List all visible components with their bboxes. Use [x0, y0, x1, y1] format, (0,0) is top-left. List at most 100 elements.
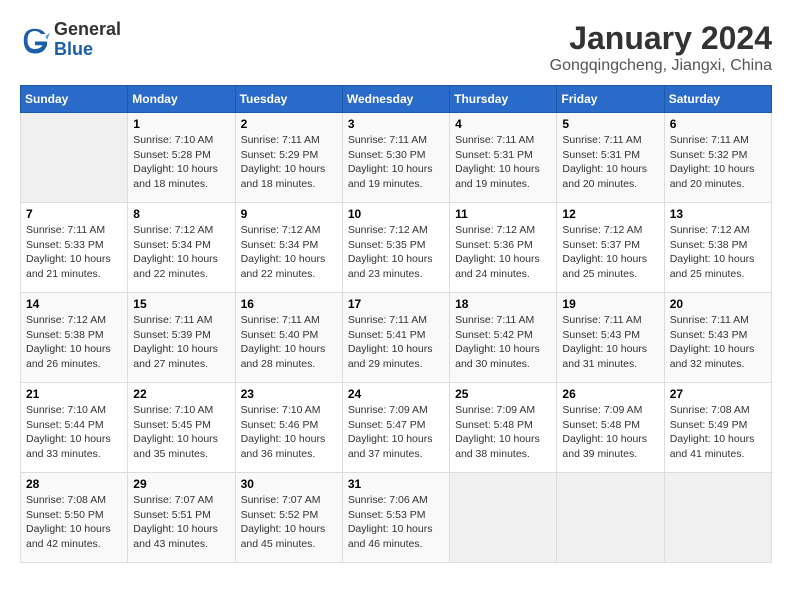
day-info: Sunrise: 7:11 AMSunset: 5:41 PMDaylight:… [348, 313, 444, 372]
day-info: Sunrise: 7:12 AMSunset: 5:34 PMDaylight:… [241, 223, 337, 282]
day-info: Sunrise: 7:09 AMSunset: 5:48 PMDaylight:… [562, 403, 658, 462]
week-row-3: 14 Sunrise: 7:12 AMSunset: 5:38 PMDayligh… [21, 293, 772, 383]
day-info: Sunrise: 7:06 AMSunset: 5:53 PMDaylight:… [348, 493, 444, 552]
day-number: 21 [26, 387, 122, 401]
day-number: 2 [241, 117, 337, 131]
day-number: 12 [562, 207, 658, 221]
day-info: Sunrise: 7:10 AMSunset: 5:46 PMDaylight:… [241, 403, 337, 462]
week-row-4: 21 Sunrise: 7:10 AMSunset: 5:44 PMDayligh… [21, 383, 772, 473]
day-info: Sunrise: 7:08 AMSunset: 5:49 PMDaylight:… [670, 403, 766, 462]
day-number: 13 [670, 207, 766, 221]
logo-icon [20, 25, 50, 55]
day-info: Sunrise: 7:08 AMSunset: 5:50 PMDaylight:… [26, 493, 122, 552]
week-row-1: 1 Sunrise: 7:10 AMSunset: 5:28 PMDaylight… [21, 113, 772, 203]
calendar-cell: 31 Sunrise: 7:06 AMSunset: 5:53 PMDayligh… [342, 473, 449, 563]
calendar-cell: 29 Sunrise: 7:07 AMSunset: 5:51 PMDayligh… [128, 473, 235, 563]
day-info: Sunrise: 7:11 AMSunset: 5:42 PMDaylight:… [455, 313, 551, 372]
day-info: Sunrise: 7:09 AMSunset: 5:47 PMDaylight:… [348, 403, 444, 462]
day-number: 23 [241, 387, 337, 401]
day-number: 31 [348, 477, 444, 491]
calendar-cell: 26 Sunrise: 7:09 AMSunset: 5:48 PMDayligh… [557, 383, 664, 473]
day-info: Sunrise: 7:11 AMSunset: 5:29 PMDaylight:… [241, 133, 337, 192]
logo: General Blue [20, 20, 121, 60]
week-row-2: 7 Sunrise: 7:11 AMSunset: 5:33 PMDaylight… [21, 203, 772, 293]
calendar-cell: 5 Sunrise: 7:11 AMSunset: 5:31 PMDaylight… [557, 113, 664, 203]
day-info: Sunrise: 7:12 AMSunset: 5:35 PMDaylight:… [348, 223, 444, 282]
day-info: Sunrise: 7:11 AMSunset: 5:31 PMDaylight:… [455, 133, 551, 192]
day-info: Sunrise: 7:10 AMSunset: 5:45 PMDaylight:… [133, 403, 229, 462]
day-info: Sunrise: 7:11 AMSunset: 5:39 PMDaylight:… [133, 313, 229, 372]
day-info: Sunrise: 7:11 AMSunset: 5:40 PMDaylight:… [241, 313, 337, 372]
calendar-cell: 25 Sunrise: 7:09 AMSunset: 5:48 PMDayligh… [450, 383, 557, 473]
calendar-cell: 20Sunrise: 7:11 AMSunset: 5:43 PMDayligh… [664, 293, 771, 383]
calendar-cell: 14 Sunrise: 7:12 AMSunset: 5:38 PMDayligh… [21, 293, 128, 383]
calendar-cell: 24 Sunrise: 7:09 AMSunset: 5:47 PMDayligh… [342, 383, 449, 473]
day-info: Sunrise: 7:12 AMSunset: 5:38 PMDaylight:… [670, 223, 766, 282]
day-number: 25 [455, 387, 551, 401]
page-header: General Blue January 2024 Gongqingcheng,… [20, 20, 772, 75]
calendar-cell: 8 Sunrise: 7:12 AMSunset: 5:34 PMDaylight… [128, 203, 235, 293]
day-number: 5 [562, 117, 658, 131]
calendar-cell: 21 Sunrise: 7:10 AMSunset: 5:44 PMDayligh… [21, 383, 128, 473]
day-number: 8 [133, 207, 229, 221]
calendar-cell: 18Sunrise: 7:11 AMSunset: 5:42 PMDayligh… [450, 293, 557, 383]
day-info: Sunrise: 7:12 AMSunset: 5:37 PMDaylight:… [562, 223, 658, 282]
calendar-cell: 9Sunrise: 7:12 AMSunset: 5:34 PMDaylight… [235, 203, 342, 293]
day-info: Sunrise: 7:11 AMSunset: 5:33 PMDaylight:… [26, 223, 122, 282]
day-number: 4 [455, 117, 551, 131]
day-number: 22 [133, 387, 229, 401]
day-info: Sunrise: 7:11 AMSunset: 5:30 PMDaylight:… [348, 133, 444, 192]
calendar-cell: 7 Sunrise: 7:11 AMSunset: 5:33 PMDaylight… [21, 203, 128, 293]
location: Gongqingcheng, Jiangxi, China [550, 57, 772, 75]
day-number: 19 [562, 297, 658, 311]
calendar-cell: 15Sunrise: 7:11 AMSunset: 5:39 PMDayligh… [128, 293, 235, 383]
day-info: Sunrise: 7:11 AMSunset: 5:32 PMDaylight:… [670, 133, 766, 192]
day-number: 11 [455, 207, 551, 221]
calendar-cell: 6 Sunrise: 7:11 AMSunset: 5:32 PMDaylight… [664, 113, 771, 203]
calendar-cell [664, 473, 771, 563]
logo-blue: Blue [54, 40, 121, 60]
calendar-cell: 27 Sunrise: 7:08 AMSunset: 5:49 PMDayligh… [664, 383, 771, 473]
day-info: Sunrise: 7:10 AMSunset: 5:44 PMDaylight:… [26, 403, 122, 462]
calendar-cell: 3 Sunrise: 7:11 AMSunset: 5:30 PMDaylight… [342, 113, 449, 203]
day-info: Sunrise: 7:10 AMSunset: 5:28 PMDaylight:… [133, 133, 229, 192]
calendar-cell: 10 Sunrise: 7:12 AMSunset: 5:35 PMDayligh… [342, 203, 449, 293]
calendar-cell: 4 Sunrise: 7:11 AMSunset: 5:31 PMDaylight… [450, 113, 557, 203]
day-info: Sunrise: 7:07 AMSunset: 5:51 PMDaylight:… [133, 493, 229, 552]
title-area: January 2024 Gongqingcheng, Jiangxi, Chi… [550, 20, 772, 75]
day-number: 27 [670, 387, 766, 401]
calendar-cell [557, 473, 664, 563]
day-number: 17 [348, 297, 444, 311]
logo-general: General [54, 20, 121, 40]
day-info: Sunrise: 7:09 AMSunset: 5:48 PMDaylight:… [455, 403, 551, 462]
day-number: 1 [133, 117, 229, 131]
day-info: Sunrise: 7:12 AMSunset: 5:34 PMDaylight:… [133, 223, 229, 282]
column-header-friday: Friday [557, 86, 664, 113]
day-number: 6 [670, 117, 766, 131]
day-number: 24 [348, 387, 444, 401]
column-header-wednesday: Wednesday [342, 86, 449, 113]
calendar-cell: 19Sunrise: 7:11 AMSunset: 5:43 PMDayligh… [557, 293, 664, 383]
day-info: Sunrise: 7:11 AMSunset: 5:31 PMDaylight:… [562, 133, 658, 192]
day-number: 10 [348, 207, 444, 221]
day-number: 16 [241, 297, 337, 311]
column-header-sunday: Sunday [21, 86, 128, 113]
day-number: 7 [26, 207, 122, 221]
day-number: 3 [348, 117, 444, 131]
calendar-cell: 22 Sunrise: 7:10 AMSunset: 5:45 PMDayligh… [128, 383, 235, 473]
day-number: 29 [133, 477, 229, 491]
day-number: 30 [241, 477, 337, 491]
month-title: January 2024 [550, 20, 772, 57]
column-header-tuesday: Tuesday [235, 86, 342, 113]
column-header-monday: Monday [128, 86, 235, 113]
calendar-cell: 12 Sunrise: 7:12 AMSunset: 5:37 PMDayligh… [557, 203, 664, 293]
column-header-saturday: Saturday [664, 86, 771, 113]
day-number: 20 [670, 297, 766, 311]
day-info: Sunrise: 7:12 AMSunset: 5:36 PMDaylight:… [455, 223, 551, 282]
calendar-cell: 13 Sunrise: 7:12 AMSunset: 5:38 PMDayligh… [664, 203, 771, 293]
column-header-thursday: Thursday [450, 86, 557, 113]
calendar-table: SundayMondayTuesdayWednesdayThursdayFrid… [20, 85, 772, 563]
day-info: Sunrise: 7:12 AMSunset: 5:38 PMDaylight:… [26, 313, 122, 372]
day-number: 14 [26, 297, 122, 311]
day-number: 26 [562, 387, 658, 401]
